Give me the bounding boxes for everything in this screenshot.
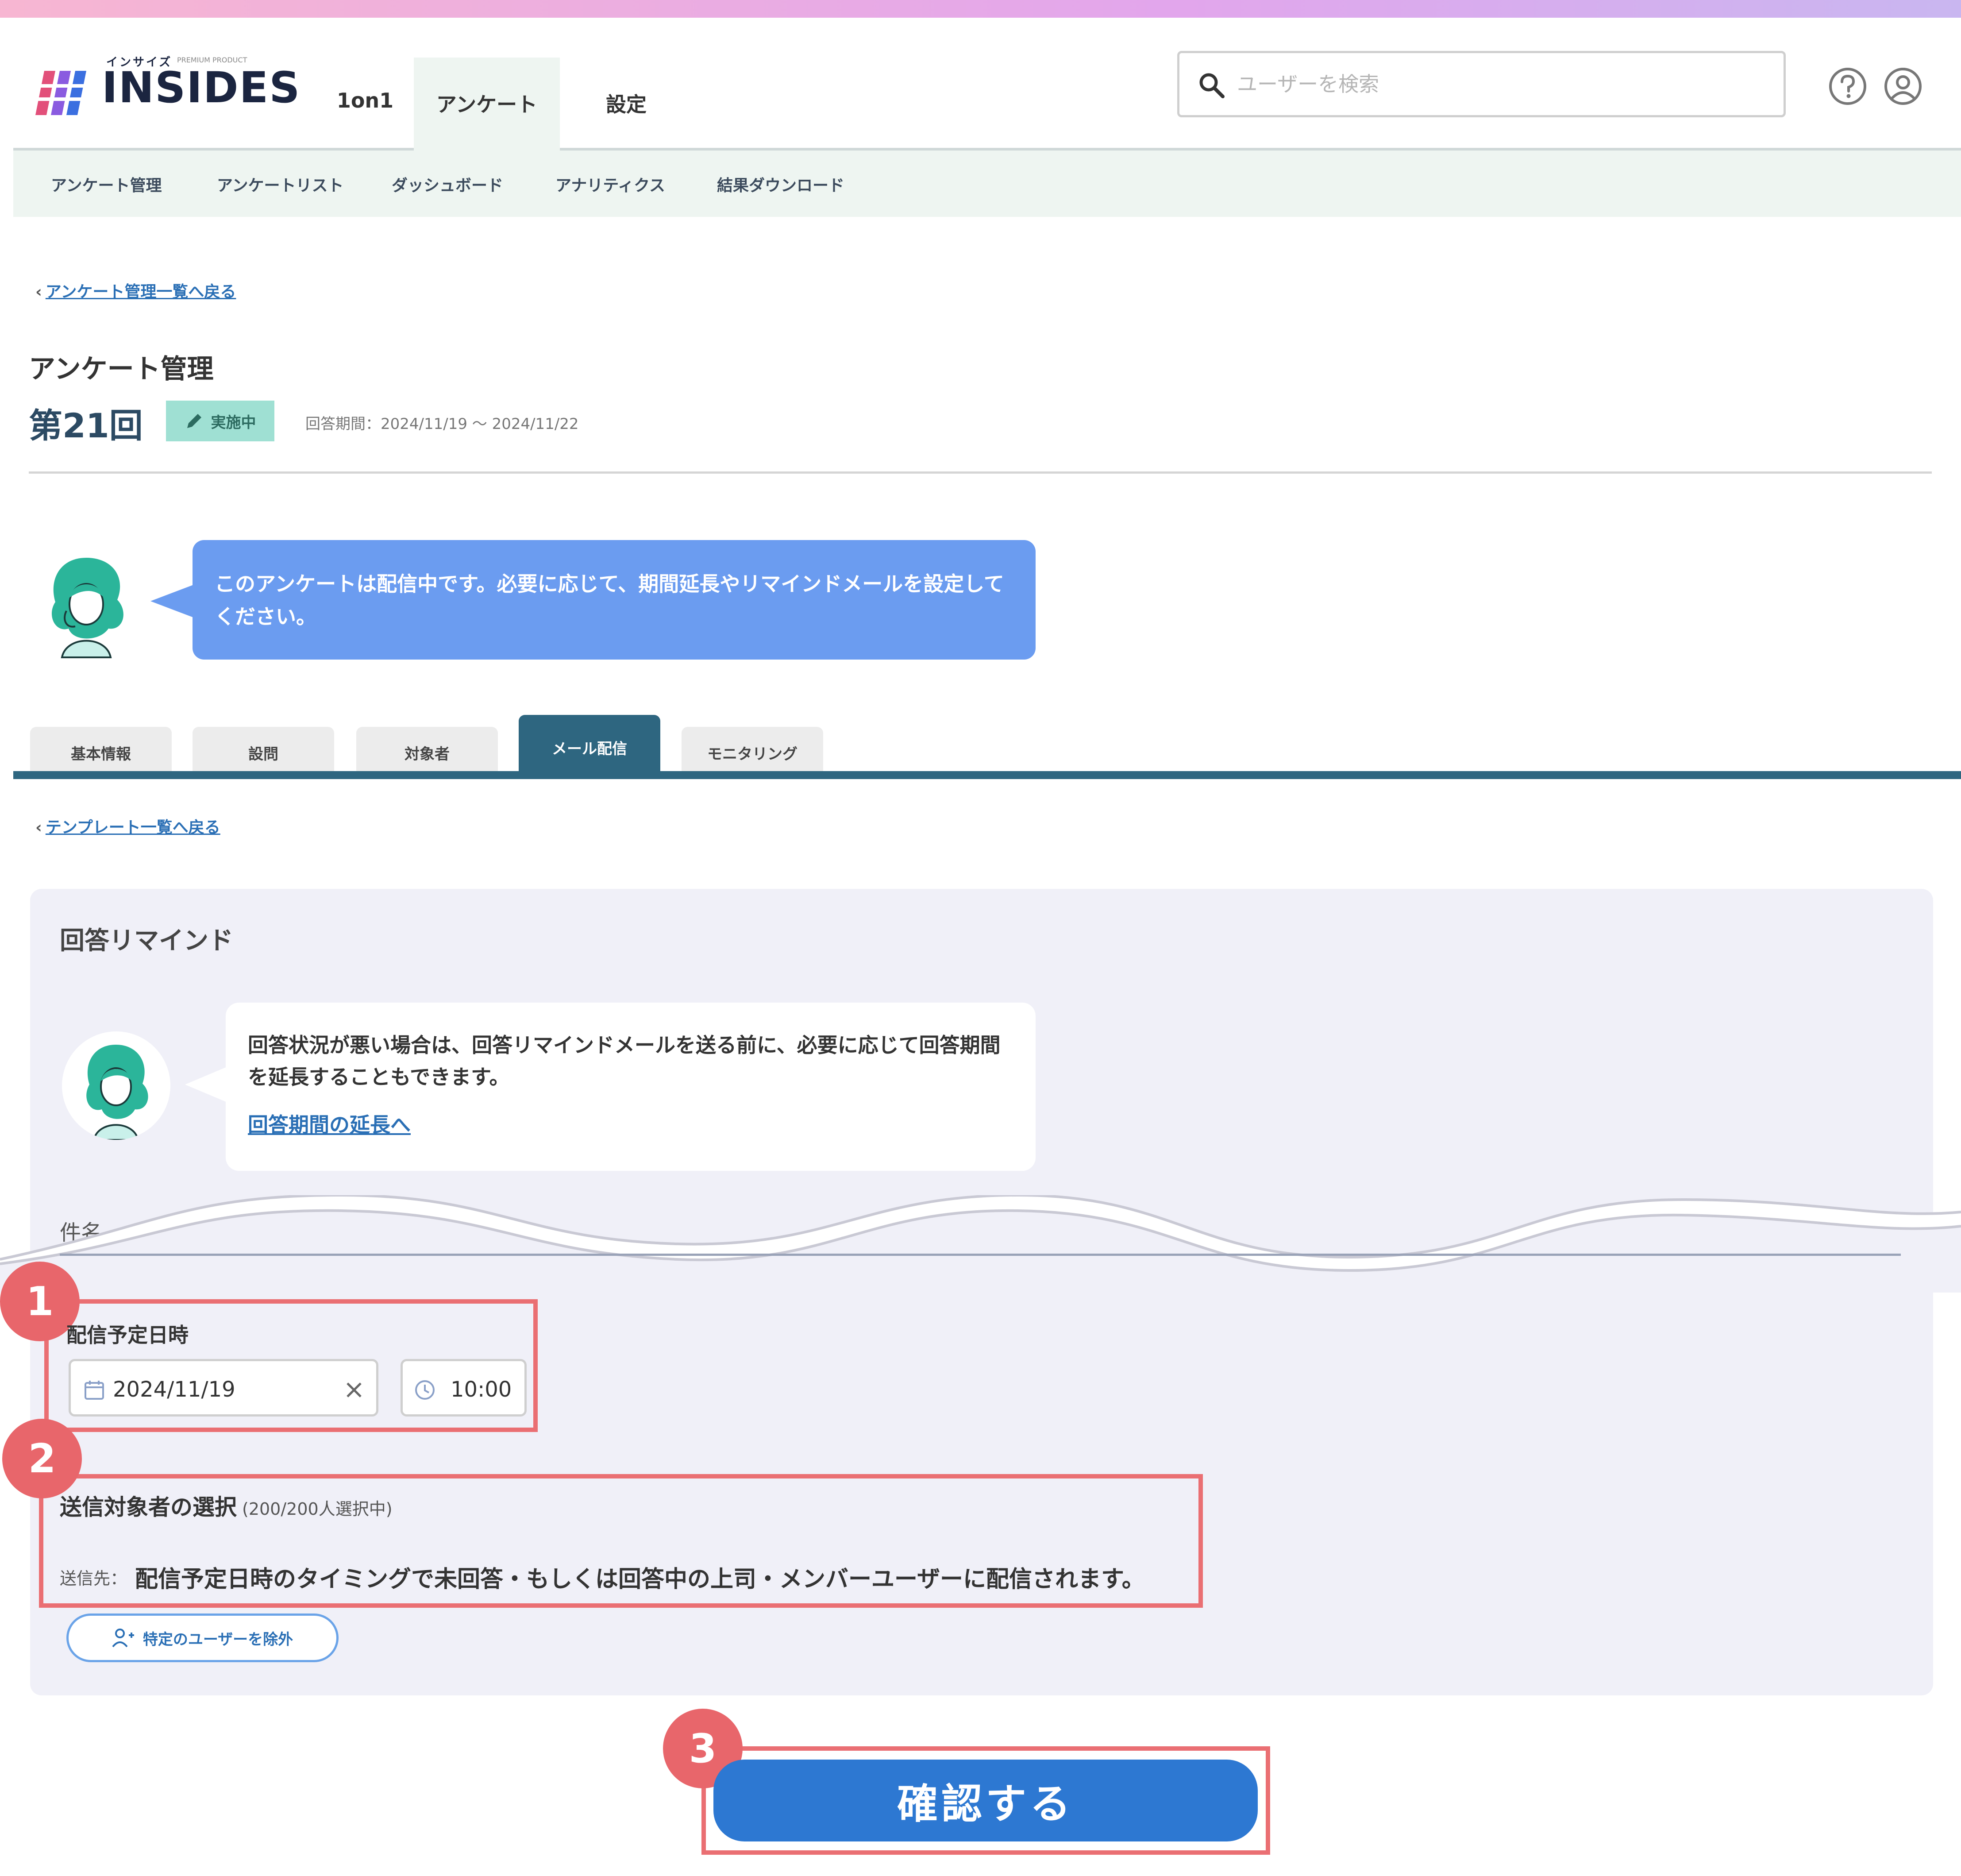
schedule-time-value: 10:00 [451,1377,512,1402]
subnav-analytics[interactable]: アナリティクス [555,173,665,196]
back-to-template-list-link[interactable]: ‹ テンプレート一覧へ戻る [35,814,220,838]
remind-bubble-text: 回答状況が悪い場合は、回答リマインドメールを送る前に、必要に応じて回答期間を延長… [248,1033,1001,1089]
assistant-avatar [51,558,123,658]
exclude-users-button[interactable]: 特定のユーザーを除外 [66,1614,339,1662]
top-accent-strip [0,0,1961,18]
recipients-description: 配信予定日時のタイミングで未回答・もしくは回答中の上司・メンバーユーザーに配信さ… [135,1566,1145,1593]
wave-cut-divider [0,1195,1961,1293]
tab-basic-info[interactable]: 基本情報 [30,727,172,772]
clear-icon[interactable] [343,1379,365,1401]
recipients-title-text: 送信対象者の選択 [60,1494,237,1520]
info-bubble: このアンケートは配信中です。必要に応じて、期間延長やリマインドメールを設定してく… [193,540,1036,660]
schedule-time-field[interactable]: 10:00 [401,1359,527,1417]
user-search-box[interactable] [1177,51,1786,117]
survey-subnav: アンケート管理 アンケートリスト ダッシュボード アナリティクス 結果ダウンロー… [13,151,1961,217]
back-to-survey-list-link[interactable]: ‹ アンケート管理一覧へ戻る [35,279,236,302]
global-header: インサイズ PREMIUM PRODUCT INSIDES 1on1 アンケート… [13,18,1961,151]
divider [29,471,1932,474]
template-back-label: テンプレート一覧へ戻る [45,818,220,837]
clock-icon [415,1380,435,1400]
schedule-label: 配信予定日時 [66,1323,189,1347]
exclude-users-label: 特定のユーザーを除外 [143,1631,293,1648]
nav-1on1[interactable]: 1on1 [308,58,423,151]
tab-mail-delivery[interactable]: メール配信 [519,715,660,773]
status-label: 実施中 [211,413,256,432]
recipients-prefix: 送信先： [60,1569,127,1588]
assistant-avatar-icon [86,1045,148,1140]
user-icon[interactable] [1883,66,1923,106]
extend-period-link[interactable]: 回答期間の延長へ [248,1109,1013,1141]
tab-underline [13,771,1961,779]
info-bubble-tail [150,584,195,618]
subnav-result-download[interactable]: 結果ダウンロード [717,173,844,196]
tab-questions[interactable]: 設問 [193,727,334,772]
subnav-survey-list[interactable]: アンケートリスト [217,173,344,196]
subnav-survey-management[interactable]: アンケート管理 [51,173,162,196]
subnav-dashboard[interactable]: ダッシュボード [392,173,503,196]
calendar-icon [85,1381,104,1400]
schedule-date-value: 2024/11/19 [113,1377,235,1402]
remind-bubble: 回答状況が悪い場合は、回答リマインドメールを送る前に、必要に応じて回答期間を延長… [226,1003,1036,1171]
tab-targets[interactable]: 対象者 [356,727,498,772]
recipients-title: 送信対象者の選択 (200/200人選択中) [60,1490,393,1521]
chevron-left-icon: ‹ [35,818,42,837]
remind-bubble-tail [185,1067,227,1102]
survey-round: 第21回 [29,406,143,445]
status-badge: 実施中 [166,401,274,441]
nav-survey[interactable]: アンケート [414,58,560,151]
search-icon [1199,73,1225,98]
nav-settings[interactable]: 設定 [573,58,679,151]
schedule-date-field[interactable]: 2024/11/19 [69,1359,378,1417]
chevron-left-icon: ‹ [35,283,42,301]
recipients-count: (200/200人選択中) [242,1499,393,1519]
pencil-icon [187,414,201,428]
user-exclude-icon [112,1629,134,1648]
remind-avatar [62,1031,170,1140]
help-icon[interactable] [1828,66,1868,106]
insides-logo[interactable]: インサイズ PREMIUM PRODUCT INSIDES [35,53,300,128]
confirm-button[interactable]: 確認する [713,1760,1258,1841]
remind-section-title: 回答リマインド [60,926,233,955]
back-link-label: アンケート管理一覧へ戻る [45,283,236,301]
subject-field-underline [60,1254,1901,1256]
page-title: アンケート管理 [29,354,214,385]
logo-text: INSIDES [102,63,301,112]
logo-mark-icon [35,71,93,115]
search-input[interactable] [1237,66,1768,102]
step-marker-2: 2 [2,1419,82,1498]
tab-monitoring[interactable]: モニタリング [682,727,823,772]
answer-period: 回答期間：2024/11/19 ～ 2024/11/22 [305,415,579,433]
